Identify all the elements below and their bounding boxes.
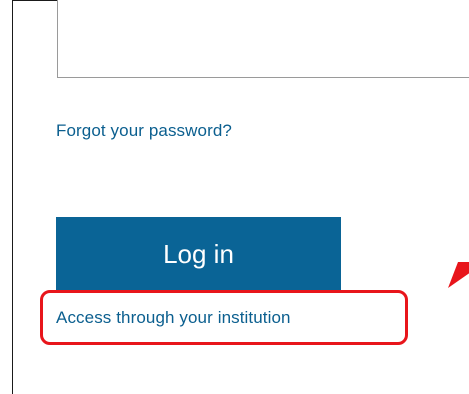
forgot-password-link[interactable]: Forgot your password? — [56, 121, 232, 141]
login-button[interactable]: Log in — [56, 217, 341, 292]
access-through-institution-link[interactable]: Access through your institution — [56, 308, 291, 328]
password-input[interactable] — [57, 0, 469, 78]
